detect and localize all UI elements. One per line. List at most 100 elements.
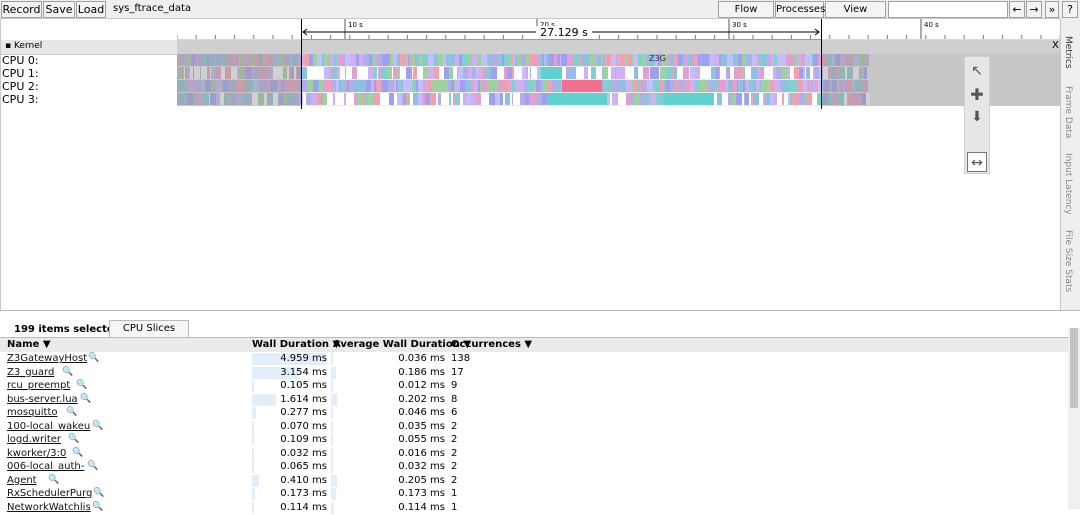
- table-row[interactable]: mosquitto 🔍 0.277 ms 0.046 ms 6: [0, 407, 1068, 420]
- search-input[interactable]: [888, 1, 1008, 18]
- table-row[interactable]: Z3_guard 🔍 3.154 ms 0.186 ms 17: [0, 366, 1068, 380]
- column-wall-duration[interactable]: Wall Duration ▼: [252, 339, 340, 350]
- slice-name-link[interactable]: kworker/3:0: [7, 448, 66, 459]
- load-button[interactable]: Load: [76, 1, 106, 18]
- search-icon[interactable]: 🔍: [80, 394, 91, 404]
- cpu-slice: [645, 80, 647, 92]
- cpu-slice: [406, 93, 407, 105]
- cpu-slice: [357, 67, 363, 79]
- cpu-slice: [376, 80, 381, 92]
- table-row[interactable]: rcu_preempt 🔍 0.105 ms 0.012 ms 9: [0, 380, 1068, 393]
- cpu-tracks[interactable]: [177, 54, 1061, 106]
- table-row[interactable]: Z3GatewayHost 🔍 4.959 ms 0.036 ms 138: [0, 353, 1068, 366]
- slice-name-link[interactable]: logd.writer: [7, 434, 61, 445]
- kernel-close-button[interactable]: X: [1052, 40, 1059, 51]
- slice-name-link[interactable]: RxSchedulerPurg: [7, 488, 92, 499]
- view-options-button[interactable]: View Options: [825, 1, 886, 30]
- selection-right-edge[interactable]: [821, 19, 822, 109]
- scrollbar-thumb[interactable]: [1070, 328, 1078, 408]
- flow-events-button[interactable]: Flow events: [718, 1, 774, 30]
- timeline-view[interactable]: 10 s 20 s 30 s 40 s 27.129 s ▪ Kernel X CPU…: [0, 19, 1061, 310]
- find-previous-button[interactable]: ←: [1009, 1, 1025, 18]
- tab-file-size-stats[interactable]: File Size Stats: [1063, 230, 1073, 292]
- cpu-slice: [716, 67, 719, 79]
- cpu-slice: [466, 80, 468, 92]
- search-icon[interactable]: 🔍: [93, 488, 104, 498]
- cpu-slice: [346, 93, 351, 105]
- cpu-slice: [311, 93, 317, 105]
- column-occurrences[interactable]: Occurrences ▼: [451, 339, 532, 350]
- tab-cpu-slices[interactable]: CPU Slices (199): [109, 320, 189, 350]
- save-button[interactable]: Save: [43, 1, 75, 18]
- cpu-slice: [611, 67, 614, 79]
- search-icon[interactable]: 🔍: [72, 448, 83, 458]
- slice-name-link[interactable]: 006-local_auth-: [7, 461, 84, 472]
- slice-name-link[interactable]: Z3GatewayHost: [7, 353, 87, 364]
- slice-name-link[interactable]: Agent: [7, 475, 37, 486]
- cpu-slice: [709, 54, 710, 66]
- cpu-slice: [580, 67, 584, 79]
- table-row[interactable]: 006-local_auth- 🔍 0.065 ms 0.032 ms 2: [0, 461, 1068, 474]
- tab-frame-data[interactable]: Frame Data: [1063, 86, 1073, 138]
- cpu-slice: [768, 67, 773, 79]
- kernel-group-header[interactable]: ▪ Kernel: [1, 40, 177, 55]
- search-icon[interactable]: 🔍: [76, 380, 87, 390]
- column-name[interactable]: Name ▼: [7, 339, 51, 350]
- tab-input-latency[interactable]: Input Latency: [1063, 153, 1073, 215]
- cpu-slice: [561, 54, 567, 66]
- slice-name-link[interactable]: 100-local_wakeu: [7, 421, 90, 432]
- search-icon[interactable]: 🔍: [68, 434, 79, 444]
- pointer-icon[interactable]: ↖: [967, 61, 987, 81]
- cpu-slice: [394, 54, 397, 66]
- cpu-slice: [455, 54, 459, 66]
- timing-icon[interactable]: ↔: [967, 152, 987, 172]
- cpu-slice: [366, 80, 371, 92]
- wall-duration-value: 0.032 ms: [280, 447, 327, 459]
- zoom-icon[interactable]: ⬇: [967, 107, 987, 127]
- cpu-slice: [733, 54, 737, 66]
- cpu-slice: [557, 80, 558, 92]
- search-icon[interactable]: 🔍: [66, 407, 77, 417]
- search-icon[interactable]: 🔍: [92, 421, 103, 431]
- slice-name-link[interactable]: rcu_preempt: [7, 380, 70, 391]
- cpu-slice: [468, 67, 472, 79]
- table-row[interactable]: logd.writer 🔍 0.109 ms 0.055 ms 2: [0, 434, 1068, 447]
- trace-title: sys_ftrace_data: [113, 3, 192, 14]
- slice-name-link[interactable]: Z3_guard: [7, 367, 54, 378]
- cpu-slice: [487, 80, 493, 92]
- record-button[interactable]: Record: [1, 1, 42, 18]
- cpu-slice: [630, 93, 634, 105]
- cpu-slice: [510, 54, 511, 66]
- cpu-slice: [324, 67, 329, 79]
- cpu-slice: [502, 54, 504, 66]
- help-button[interactable]: ?: [1062, 1, 1078, 18]
- slice-name-link[interactable]: mosquitto: [7, 407, 58, 418]
- pan-icon[interactable]: ✚: [967, 85, 987, 105]
- kernel-track-bar: [177, 40, 1061, 55]
- cpu-slice: [458, 67, 463, 79]
- search-icon[interactable]: 🔍: [88, 353, 99, 363]
- table-row[interactable]: RxSchedulerPurg 🔍 0.173 ms 0.173 ms 1: [0, 488, 1068, 501]
- table-row[interactable]: bus-server.lua 🔍 1.614 ms 0.202 ms 8: [0, 393, 1068, 407]
- find-next-button[interactable]: →: [1026, 1, 1042, 18]
- cpu-slice: [519, 93, 520, 105]
- table-row[interactable]: NetworkWatchlis 🔍 0.114 ms 0.114 ms 1: [0, 501, 1068, 515]
- cpu-slice: [695, 67, 698, 79]
- table-row[interactable]: 100-local_wakeu 🔍 0.070 ms 0.035 ms 2: [0, 420, 1068, 434]
- search-icon[interactable]: 🔍: [92, 502, 103, 512]
- more-button[interactable]: »: [1045, 1, 1059, 18]
- tab-metrics[interactable]: Metrics: [1063, 36, 1073, 69]
- analysis-panel: 199 items selected. CPU Slices (199) Nam…: [0, 310, 1080, 514]
- search-icon[interactable]: 🔍: [48, 475, 59, 485]
- table-row[interactable]: kworker/3:0 🔍 0.032 ms 0.016 ms 2: [0, 447, 1068, 461]
- slice-name-link[interactable]: NetworkWatchlis: [7, 502, 91, 513]
- slice-name-link[interactable]: bus-server.lua: [7, 394, 78, 405]
- search-icon[interactable]: 🔍: [62, 367, 73, 377]
- selection-left-edge[interactable]: [301, 19, 302, 109]
- search-icon[interactable]: 🔍: [87, 461, 98, 471]
- processes-button[interactable]: Processes: [775, 1, 825, 18]
- cpu-slice: [502, 80, 505, 92]
- cpu-slice: [353, 80, 355, 92]
- table-scrollbar[interactable]: [1068, 328, 1080, 509]
- table-row[interactable]: Agent 🔍 0.410 ms 0.205 ms 2: [0, 474, 1068, 488]
